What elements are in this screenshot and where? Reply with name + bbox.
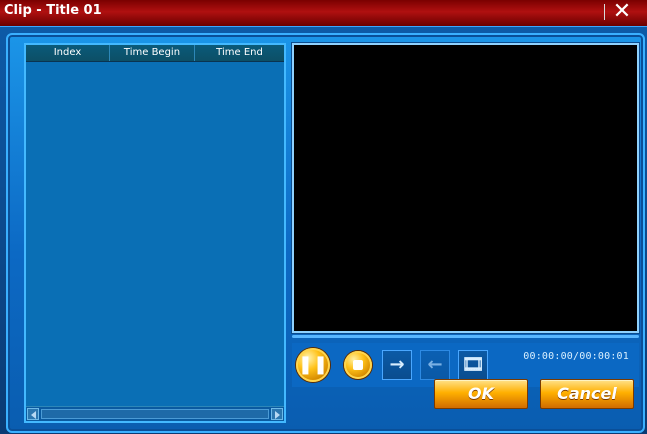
stop-icon	[353, 360, 363, 370]
column-time-end[interactable]: Time End	[195, 45, 284, 61]
video-preview	[292, 43, 639, 333]
pause-icon: ❚❚	[297, 354, 329, 375]
film-icon: 🎞	[461, 354, 485, 375]
scroll-thumb[interactable]	[41, 409, 269, 419]
content-panel: Index Time Begin Time End ❚❚ → ← 🎞 00:00…	[6, 33, 645, 433]
column-time-begin[interactable]: Time Begin	[110, 45, 195, 61]
clip-list[interactable]: Index Time Begin Time End	[24, 43, 286, 423]
cancel-button-label: Cancel	[557, 384, 617, 403]
pause-button[interactable]: ❚❚	[296, 348, 330, 382]
stop-button[interactable]	[344, 351, 372, 379]
window-title: Clip - Title 01	[4, 3, 102, 18]
window-frame: Index Time Begin Time End ❚❚ → ← 🎞 00:00…	[0, 26, 647, 434]
close-icon[interactable]: ✕	[611, 1, 633, 23]
chevron-left-icon	[31, 411, 36, 419]
cancel-button[interactable]: Cancel	[540, 379, 634, 409]
scroll-right-button[interactable]	[271, 408, 283, 420]
ok-button[interactable]: OK	[434, 379, 528, 409]
titlebar-separator	[604, 4, 605, 20]
horizontal-scrollbar[interactable]	[26, 406, 284, 421]
clip-list-header: Index Time Begin Time End	[26, 45, 284, 62]
titlebar: Clip - Title 01 ✕	[0, 0, 647, 26]
chevron-right-icon	[275, 411, 280, 419]
film-button[interactable]: 🎞	[458, 350, 488, 380]
video-progress-track[interactable]	[292, 335, 639, 338]
arrow-left-icon: ←	[427, 354, 443, 375]
clip-window: Clip - Title 01 ✕ Index Time Begin Time …	[0, 0, 647, 434]
arrow-right-icon: →	[389, 354, 405, 375]
column-index[interactable]: Index	[26, 45, 110, 61]
ok-button-label: OK	[468, 384, 494, 403]
scroll-left-button[interactable]	[27, 408, 39, 420]
set-begin-button[interactable]: →	[382, 350, 412, 380]
set-end-button[interactable]: ←	[420, 350, 450, 380]
timecode: 00:00:00/00:00:01	[523, 351, 629, 362]
